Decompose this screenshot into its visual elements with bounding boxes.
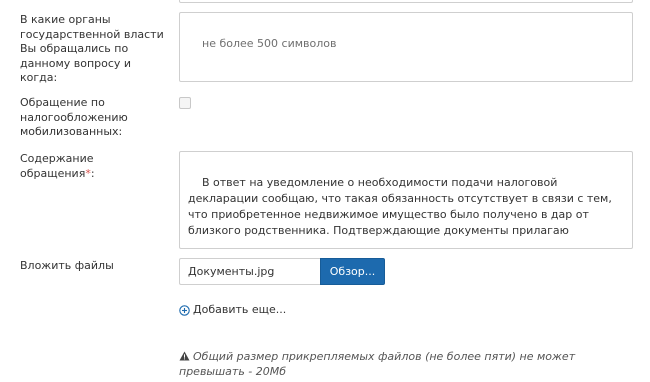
content-value: В ответ на уведомление о необходимости п… [188, 176, 616, 237]
organs-label: В какие органы государственной власти Вы… [20, 13, 164, 84]
add-more-link[interactable]: Добавить еще... [179, 303, 286, 317]
plus-circle-icon [179, 304, 190, 316]
organs-placeholder: не более 500 символов [202, 37, 337, 50]
previous-field-edge[interactable] [179, 0, 633, 3]
content-textarea[interactable]: В ответ на уведомление о необходимости п… [179, 151, 633, 249]
add-more-label: Добавить еще... [193, 303, 287, 316]
content-label-colon: : [90, 166, 95, 180]
appeal-form: В какие органы государственной власти Вы… [0, 0, 650, 382]
content-label-text: Содержание обращения [20, 152, 94, 180]
mobilized-checkbox[interactable] [179, 97, 191, 109]
organs-textarea[interactable]: не более 500 символов [179, 12, 633, 82]
file-size-note: Общий размер прикрепляемых файлов (не бо… [179, 349, 639, 379]
files-label: Вложить файлы [20, 259, 114, 272]
content-label: Содержание обращения*: [20, 152, 140, 181]
browse-button[interactable]: Обзор... [320, 258, 385, 285]
mobilized-label: Обращение по налогообложению мобилизован… [20, 96, 128, 138]
warning-triangle-icon [179, 351, 190, 361]
file-size-note-text: Общий размер прикрепляемых файлов (не бо… [179, 350, 576, 378]
file-name-field[interactable]: Документы.jpg [179, 258, 320, 285]
